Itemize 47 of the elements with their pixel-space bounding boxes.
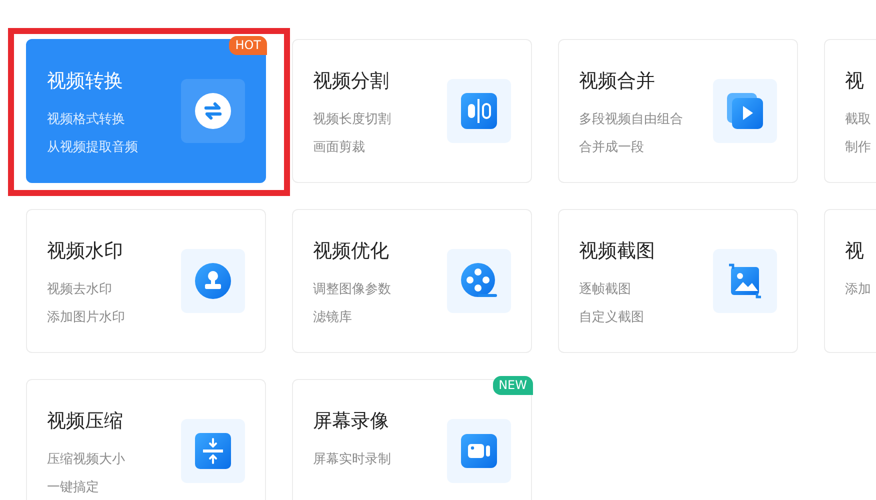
card-description: 压缩视频大小 (47, 451, 125, 469)
tool-card[interactable]: 视频压缩 压缩视频大小 一键搞定 (26, 379, 266, 500)
card-description: 截取 (845, 111, 871, 129)
card-title: 视频分割 (313, 69, 390, 94)
card-description: 添加 (845, 281, 871, 299)
card-title: 视频水印 (47, 239, 124, 264)
crop-image-icon (727, 263, 763, 299)
tool-card[interactable]: 视频优化 调整图像参数 滤镜库 (292, 209, 532, 353)
card-title: 屏幕录像 (313, 409, 390, 434)
card-description: 多段视频自由组合 (579, 111, 683, 129)
card-title: 视频压缩 (47, 409, 124, 434)
card-description: 视频格式转换 (47, 111, 126, 129)
card-description: 调整图像参数 (313, 281, 391, 299)
card-description: 画面剪裁 (313, 139, 366, 157)
tool-card[interactable]: 视 截取 制作 (824, 39, 876, 183)
card-description: 自定义截图 (579, 309, 645, 327)
card-title: 视频截图 (579, 239, 655, 264)
film-reel-icon (461, 263, 497, 299)
card-title: 视频合并 (579, 69, 656, 94)
card-description: 屏幕实时录制 (313, 451, 391, 469)
tool-card[interactable]: 视频截图 逐帧截图 自定义截图 (558, 209, 798, 353)
stacked-play-icon (727, 93, 763, 129)
tool-card[interactable]: 视频水印 视频去水印 添加图片水印 (26, 209, 266, 353)
card-description: 逐帧截图 (579, 281, 632, 299)
swap-arrows-icon (195, 93, 231, 129)
card-description: 添加图片水印 (47, 309, 125, 327)
tool-card[interactable]: 视频合并 多段视频自由组合 合并成一段 (558, 39, 798, 183)
card-description: 滤镜库 (313, 309, 353, 327)
card-description: 合并成一段 (579, 139, 645, 157)
card-description: 一键搞定 (47, 479, 100, 497)
card-title: 视频优化 (313, 239, 390, 264)
card-description: 视频去水印 (47, 281, 113, 299)
card-title: 视频转换 (47, 69, 124, 94)
card-description: 视频长度切割 (313, 111, 391, 129)
card-description: 制作 (845, 139, 871, 157)
card-badge: HOT (229, 36, 267, 55)
stamp-icon (195, 263, 231, 299)
tool-card[interactable]: 屏幕录像 屏幕实时录制 NEW (292, 379, 532, 500)
card-title: 视 (845, 239, 865, 264)
video-camera-icon (461, 433, 497, 469)
tool-card[interactable]: 视频分割 视频长度切割 画面剪裁 (292, 39, 532, 183)
card-badge: NEW (492, 376, 533, 395)
split-bars-icon (461, 93, 497, 129)
compress-arrows-icon (195, 433, 231, 469)
card-title: 视 (845, 69, 865, 94)
card-description: 从视频提取音频 (47, 139, 138, 157)
tool-card[interactable]: 视 添加 (824, 209, 876, 353)
